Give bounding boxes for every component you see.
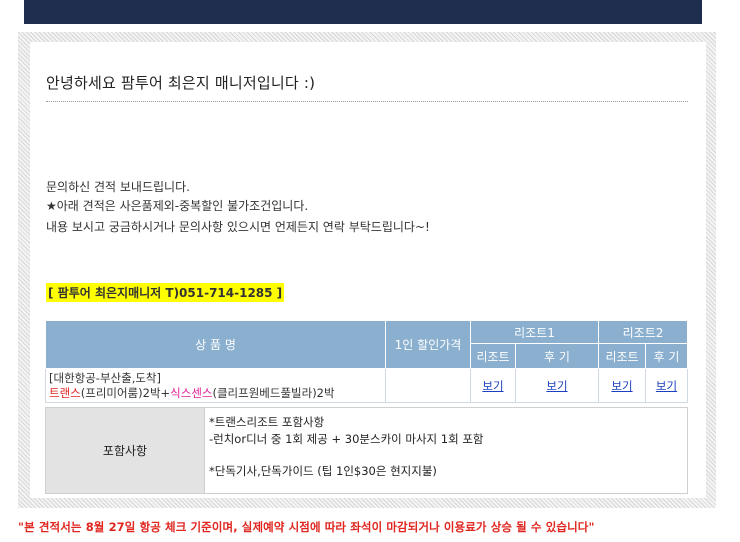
- header-resort1-review: 후 기: [515, 343, 599, 369]
- inclusion-line-3: *단독기사,단독가이드 (팁 1인$30은 현지지불): [209, 464, 437, 478]
- message-line-1: 문의하신 견적 보내드립니다.: [46, 180, 190, 194]
- header-resort2-review: 후 기: [645, 343, 688, 369]
- hotel2-name: 식스센스: [170, 385, 213, 400]
- hotel1-detail: (프리미어룸)2박+: [80, 385, 171, 400]
- header-price: 1인 할인가격: [385, 320, 471, 369]
- resort1-review-link[interactable]: 보기: [546, 379, 567, 393]
- inclusions-table: 포함사항 *트랜스리조트 포함사항 -런치or디너 중 1회 제공 + 30분스…: [45, 407, 688, 494]
- header-resort2: 리조트2: [598, 320, 688, 344]
- price-cell: [385, 368, 471, 403]
- top-navy-bar: [24, 0, 702, 24]
- inclusion-line-2: -런치or디너 중 1회 제공 + 30분스카이 마사지 1회 포함: [209, 432, 484, 446]
- airline-text: [대한항공-부산출,도착]: [49, 370, 161, 385]
- header-resort2-resort: 리조트: [598, 343, 646, 369]
- resort2-review-cell: 보기: [645, 368, 688, 403]
- resort2-review-link[interactable]: 보기: [656, 379, 677, 393]
- message-line-2: ★아래 견적은 사은품제외-중복할인 불가조건입니다.: [46, 199, 309, 213]
- inclusions-label: 포함사항: [45, 407, 205, 494]
- resort2-resort-cell: 보기: [598, 368, 646, 403]
- resort1-review-cell: 보기: [515, 368, 599, 403]
- inclusions-content: *트랜스리조트 포함사항 -런치or디너 중 1회 제공 + 30분스카이 마사…: [204, 407, 688, 494]
- hotel2-detail: (클리프원베드풀빌라)2박: [212, 385, 335, 400]
- quote-table: 상 품 명 1인 할인가격 리조트1 리조트2 리조트 후 기 리조트 후 기 …: [45, 320, 688, 403]
- header-product: 상 품 명: [45, 320, 386, 369]
- resort1-resort-cell: 보기: [470, 368, 516, 403]
- divider: [46, 101, 688, 102]
- greeting-title: 안녕하세요 팜투어 최은지 매니저입니다 :): [46, 74, 316, 92]
- table-row: [대한항공-부산출,도착] 트랜스(프리미어룸)2박+식스센스(클리프원베드풀빌…: [45, 368, 688, 403]
- contact-highlight: [ 팜투어 최은지매니저 T)051-714-1285 ]: [46, 283, 285, 302]
- header-resort1-resort: 리조트: [470, 343, 516, 369]
- inclusion-line-1: *트랜스리조트 포함사항: [209, 415, 325, 429]
- resort2-resort-link[interactable]: 보기: [611, 379, 632, 393]
- footer-notice: "본 견적서는 8월 27일 항공 체크 기준이며, 실제예약 시점에 따라 좌…: [18, 520, 595, 534]
- header-resort1: 리조트1: [470, 320, 599, 344]
- hotel-line: 트랜스(프리미어룸)2박+식스센스(클리프원베드풀빌라)2박: [49, 386, 385, 401]
- resort1-resort-link[interactable]: 보기: [482, 379, 503, 393]
- product-cell: [대한항공-부산출,도착] 트랜스(프리미어룸)2박+식스센스(클리프원베드풀빌…: [45, 368, 386, 403]
- message-line-3: 내용 보시고 궁금하시거나 문의사항 있으시면 언제든지 연락 부탁드립니다~!: [46, 220, 430, 234]
- hotel1-name: 트랜스: [49, 385, 81, 400]
